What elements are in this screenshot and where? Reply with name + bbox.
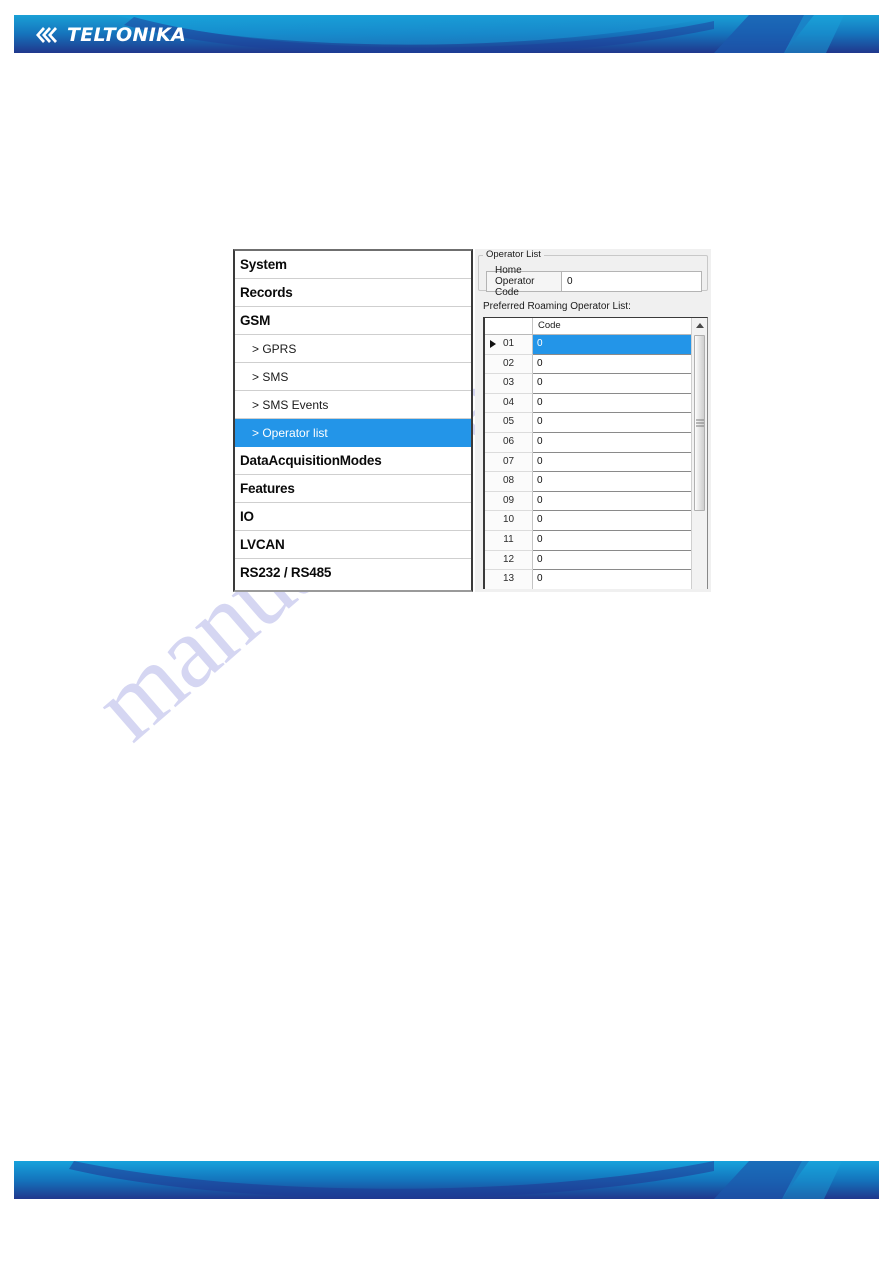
sidebar-item-label: > SMS Events <box>252 398 329 412</box>
row-code-cell[interactable]: 0 <box>533 354 691 375</box>
row-index-label: 11 <box>503 533 514 545</box>
sidebar-item-label: DataAcquisitionModes <box>240 453 382 468</box>
operator-list-groupbox: Operator List Home Operator Code <box>478 249 708 298</box>
row-index-label: 01 <box>502 338 515 349</box>
sidebar-item-lvcan[interactable]: LVCAN <box>235 531 471 559</box>
row-code-cell[interactable]: 0 <box>533 452 691 473</box>
table-row[interactable]: 04 0 <box>485 393 691 414</box>
row-code-cell[interactable]: 0 <box>533 374 691 394</box>
scrollbar-grip-icon <box>695 418 704 429</box>
sidebar-item-label: > GPRS <box>252 342 297 356</box>
sidebar-item-system[interactable]: System <box>235 251 471 279</box>
row-index-label: 12 <box>502 553 515 565</box>
table-row[interactable]: 07 0 <box>485 452 691 473</box>
sidebar-item-sms-events[interactable]: > SMS Events <box>235 391 471 419</box>
row-code-cell[interactable]: 0 <box>533 511 691 531</box>
row-index-label: 10 <box>502 514 515 526</box>
row-index-label: 13 <box>502 573 515 585</box>
preferred-roaming-list-caption: Preferred Roaming Operator List: <box>483 301 631 312</box>
row-index: 07 <box>485 452 533 473</box>
grid-body: Code 01 0 02 0 03 0 04 0 05 0 06 0 07 0 … <box>485 318 691 589</box>
configurator-sidebar: System Records GSM > GPRS > SMS > SMS Ev… <box>233 249 473 592</box>
preferred-roaming-operator-grid: Code 01 0 02 0 03 0 04 0 05 0 06 0 07 0 … <box>483 317 708 589</box>
sidebar-item-gprs[interactable]: > GPRS <box>235 335 471 363</box>
page-footer-band <box>14 1161 879 1199</box>
page-header-band <box>14 15 879 53</box>
table-row[interactable]: 09 0 <box>485 491 691 512</box>
sidebar-item-sms[interactable]: > SMS <box>235 363 471 391</box>
table-row[interactable]: 10 0 <box>485 511 691 531</box>
scroll-up-arrow-icon[interactable] <box>692 318 707 333</box>
row-code-cell[interactable]: 0 <box>533 335 691 355</box>
sidebar-item-label: LVCAN <box>240 537 285 552</box>
table-row[interactable]: 13 0 <box>485 570 691 589</box>
row-code-cell[interactable]: 0 <box>533 570 691 589</box>
table-row[interactable]: 02 0 <box>485 354 691 375</box>
row-code-cell[interactable]: 0 <box>533 530 691 551</box>
row-code-cell[interactable]: 0 <box>533 472 691 492</box>
sidebar-item-label: GSM <box>240 313 271 328</box>
sidebar-item-gsm[interactable]: GSM <box>235 307 471 335</box>
row-index: 06 <box>485 432 533 453</box>
row-index: 01 <box>485 335 533 355</box>
sidebar-item-io[interactable]: IO <box>235 503 471 531</box>
sidebar-item-data-acquisition-modes[interactable]: DataAcquisitionModes <box>235 447 471 475</box>
row-index-label: 07 <box>502 455 515 467</box>
row-index: 13 <box>485 570 533 589</box>
sidebar-item-label: IO <box>240 509 254 524</box>
row-index: 08 <box>485 472 533 492</box>
row-code-cell[interactable]: 0 <box>533 491 691 512</box>
groupbox-title: Operator List <box>483 249 544 260</box>
sidebar-item-label: System <box>240 257 287 272</box>
row-index-label: 02 <box>502 357 515 369</box>
sidebar-item-label: Records <box>240 285 293 300</box>
row-index-label: 04 <box>502 396 515 408</box>
home-operator-code-label: Home Operator Code <box>487 265 562 298</box>
grid-header-row: Code <box>485 318 691 335</box>
table-row[interactable]: 06 0 <box>485 432 691 453</box>
sidebar-item-label: > SMS <box>252 370 289 384</box>
home-operator-code-row: Home Operator Code <box>486 265 702 298</box>
table-row[interactable]: 05 0 <box>485 413 691 433</box>
row-selector-icon <box>490 340 496 349</box>
row-index-label: 08 <box>502 475 515 487</box>
sidebar-item-label: Features <box>240 481 295 496</box>
row-index: 09 <box>485 491 533 512</box>
sidebar-item-operator-list[interactable]: > Operator list <box>235 419 471 447</box>
row-index: 03 <box>485 374 533 394</box>
row-code-cell[interactable]: 0 <box>533 413 691 433</box>
sidebar-item-label: > Operator list <box>252 426 328 440</box>
row-index: 12 <box>485 550 533 571</box>
scrollbar-thumb[interactable] <box>694 335 705 511</box>
sidebar-item-rs232-rs485[interactable]: RS232 / RS485 <box>235 559 471 587</box>
home-operator-code-input[interactable] <box>562 272 701 291</box>
row-index: 04 <box>485 393 533 414</box>
table-row[interactable]: 03 0 <box>485 374 691 394</box>
sidebar-item-label: RS232 / RS485 <box>240 565 332 580</box>
sidebar-item-features[interactable]: Features <box>235 475 471 503</box>
grid-header-index <box>485 318 533 334</box>
row-index: 11 <box>485 530 533 551</box>
row-index-label: 06 <box>502 435 515 447</box>
row-index-label: 09 <box>502 494 515 506</box>
table-row[interactable]: 01 0 <box>485 335 691 355</box>
row-code-cell[interactable]: 0 <box>533 432 691 453</box>
row-index: 02 <box>485 354 533 375</box>
table-row[interactable]: 11 0 <box>485 530 691 551</box>
table-row[interactable]: 08 0 <box>485 472 691 492</box>
operator-list-panel: Operator List Home Operator Code Preferr… <box>475 249 711 592</box>
row-index: 10 <box>485 511 533 531</box>
table-row[interactable]: 12 0 <box>485 550 691 571</box>
row-code-cell[interactable]: 0 <box>533 550 691 571</box>
sidebar-item-records[interactable]: Records <box>235 279 471 307</box>
grid-vertical-scrollbar[interactable] <box>691 318 707 589</box>
configurator-screenshot: System Records GSM > GPRS > SMS > SMS Ev… <box>233 249 711 592</box>
row-code-cell[interactable]: 0 <box>533 393 691 414</box>
grid-header-code: Code <box>538 320 561 331</box>
row-index-label: 03 <box>502 377 515 389</box>
row-index: 05 <box>485 413 533 433</box>
row-index-label: 05 <box>502 416 515 428</box>
